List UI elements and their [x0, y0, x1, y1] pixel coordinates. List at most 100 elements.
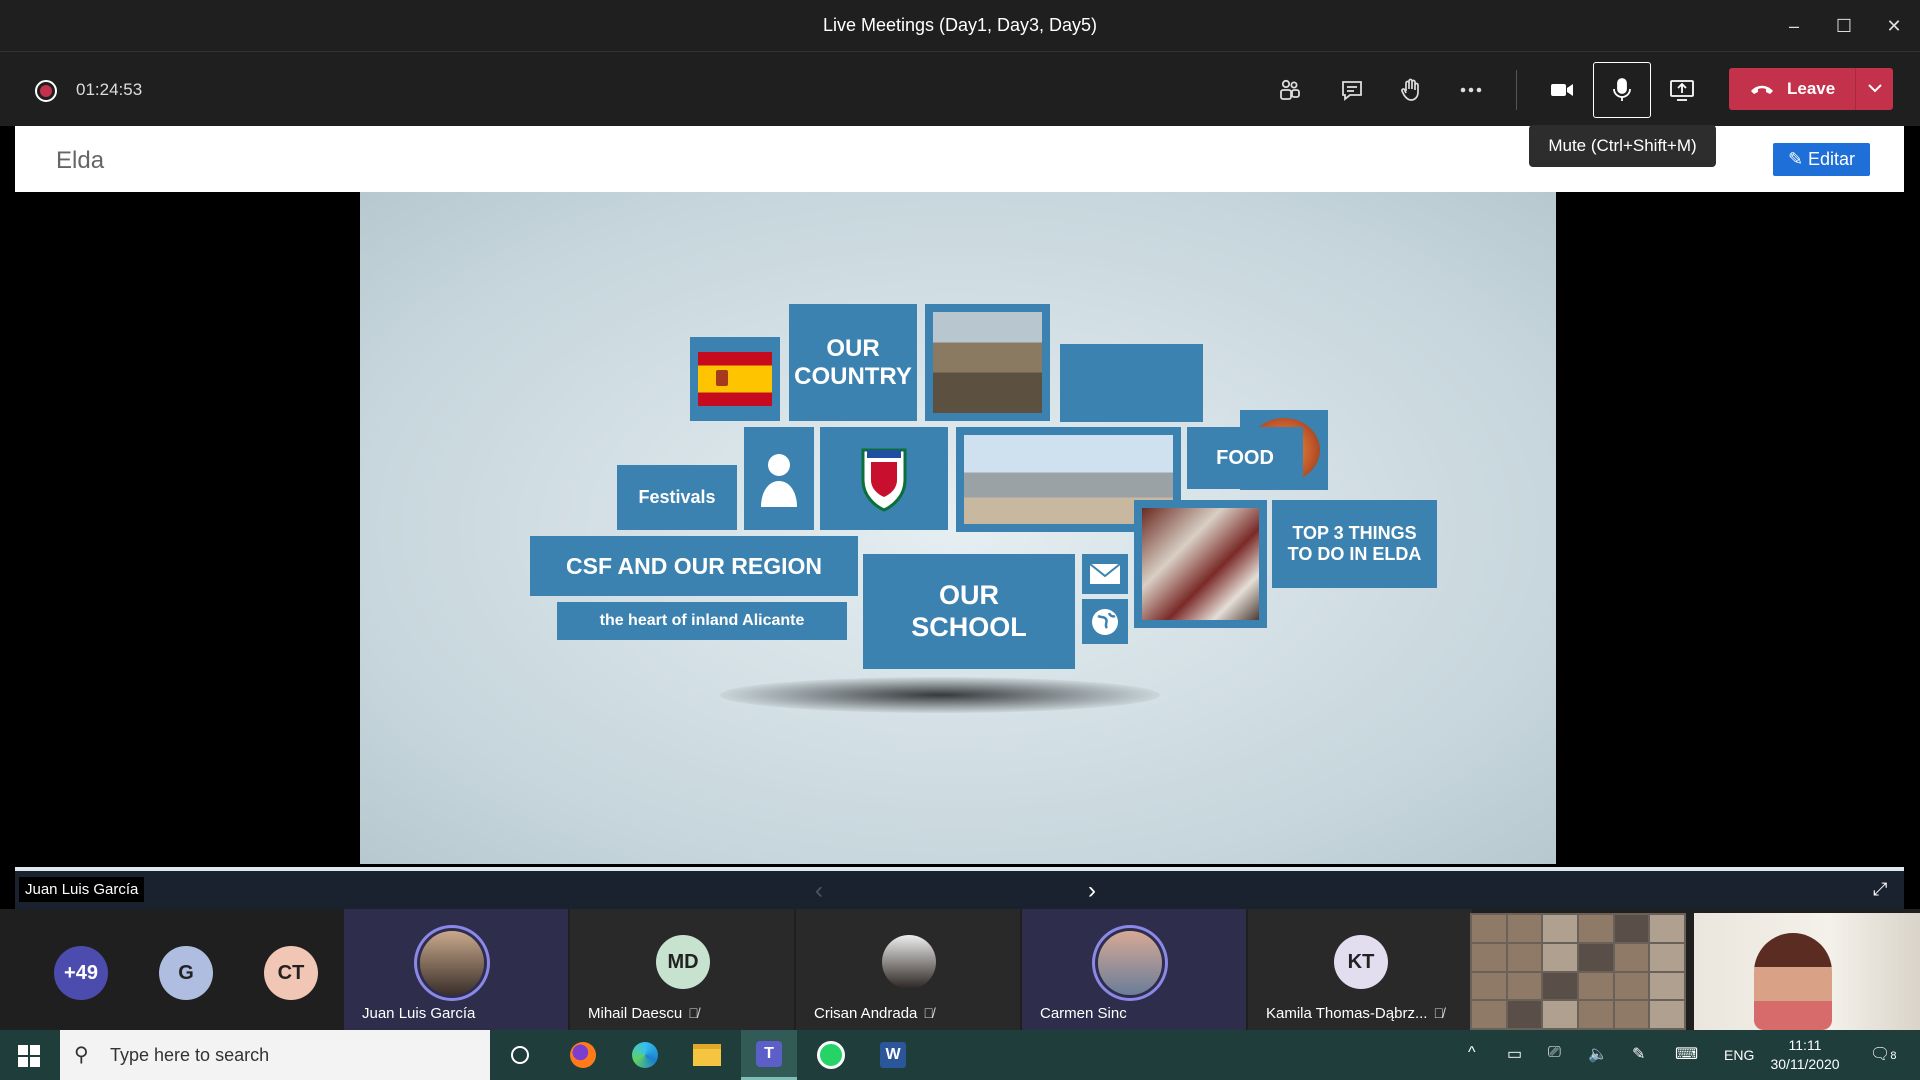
volume-icon[interactable]: 🔈 [1588, 1044, 1608, 1064]
leave-label: Leave [1787, 79, 1836, 98]
spain-flag-tile [690, 337, 780, 421]
participant-avatar-ct[interactable]: CT [264, 946, 318, 1000]
envelope-tile [1082, 554, 1128, 594]
pencil-icon: ✎ [1787, 149, 1809, 169]
windows-taskbar: ⚲ Type here to search T W ^ ▭ ⎚ 🔈 ✎ ⌨ EN… [0, 1030, 1920, 1080]
clock-date: 30/11/2020 [1770, 1056, 1840, 1072]
participant-name: Carmen Sinc [1040, 1005, 1127, 1022]
slide-shadow [720, 677, 1160, 713]
window-titlebar: Live Meetings (Day1, Day3, Day5) – ☐ ✕ [0, 0, 1920, 52]
more-actions-button[interactable] [1442, 62, 1500, 118]
participant-tile[interactable]: MD Mihail Daescu 🎙̸ [570, 909, 794, 1030]
more-icon [1460, 87, 1482, 93]
pen-icon[interactable]: ✎ [1632, 1044, 1645, 1064]
top3-tile: TOP 3 THINGS TO DO IN ELDA [1272, 500, 1437, 588]
raise-hand-icon [1401, 78, 1419, 101]
notifications-icon[interactable]: 🗨8 [1870, 1044, 1896, 1064]
network-icon[interactable]: ⎚ [1548, 1044, 1561, 1062]
windows-start-icon[interactable] [18, 1045, 40, 1067]
word-icon[interactable]: W [865, 1030, 921, 1080]
mic-off-icon: 🎙̸ [1433, 1005, 1444, 1021]
leave-separator [1855, 68, 1856, 110]
chevron-down-icon[interactable] [1867, 78, 1883, 98]
edge-icon[interactable] [617, 1030, 673, 1080]
participant-name-row: Crisan Andrada 🎙̸ [814, 1005, 934, 1022]
next-slide-button[interactable]: › [1088, 877, 1096, 905]
taskbar-clock[interactable]: 11:11 30/11/2020 [1760, 1036, 1850, 1074]
participant-tile[interactable]: Juan Luis García [344, 909, 568, 1030]
participant-tile[interactable]: Crisan Andrada 🎙̸ [796, 909, 1020, 1030]
landscape-photo [933, 312, 1042, 413]
globe-icon [1092, 608, 1118, 635]
flag-emblem-icon [716, 370, 728, 386]
festival-photo-tile [1134, 500, 1267, 628]
participant-name: Juan Luis García [362, 1005, 476, 1022]
self-video-preview[interactable] [1694, 913, 1920, 1030]
toolbar-divider [1516, 70, 1517, 110]
avatar [882, 935, 936, 989]
chat-button[interactable] [1323, 62, 1381, 118]
avatar [1098, 931, 1162, 995]
microphone-button[interactable] [1593, 62, 1651, 118]
blank-tile [1060, 344, 1203, 422]
participant-name-row: Kamila Thomas-Dąbrz... 🎙̸ [1266, 1005, 1444, 1022]
expand-icon[interactable]: ⤢ [1873, 879, 1887, 900]
participant-name: Crisan Andrada [814, 1005, 918, 1022]
keyboard-icon[interactable]: ⌨ [1675, 1044, 1698, 1064]
language-indicator[interactable]: ENG [1724, 1047, 1754, 1063]
recording-indicator-icon [35, 80, 57, 102]
avatar: MD [656, 935, 710, 989]
participant-name: Mihail Daescu [588, 1005, 683, 1022]
person-tile [744, 427, 814, 530]
camera-button[interactable] [1533, 62, 1591, 118]
minimize-button[interactable]: – [1774, 12, 1814, 40]
mute-tooltip: Mute (Ctrl+Shift+M) [1529, 125, 1716, 167]
maximize-button[interactable]: ☐ [1824, 12, 1864, 40]
taskbar-search-box[interactable]: ⚲ Type here to search [60, 1030, 490, 1080]
participant-tile[interactable]: KT Kamila Thomas-Dąbrz... 🎙̸ [1248, 909, 1472, 1030]
show-hidden-icons-icon[interactable]: ^ [1468, 1044, 1476, 1062]
self-video-person [1754, 933, 1832, 1030]
raise-hand-button[interactable] [1382, 62, 1440, 118]
share-screen-button[interactable] [1653, 62, 1711, 118]
edit-label: Editar [1808, 149, 1856, 169]
our-country-tile: OUR COUNTRY [789, 304, 917, 421]
avatar [420, 931, 484, 995]
cortana-icon[interactable] [492, 1030, 548, 1080]
participant-avatar-g[interactable]: G [159, 946, 213, 1000]
teams-icon[interactable]: T [741, 1030, 797, 1080]
festival-photo [1142, 508, 1259, 620]
participant-tile[interactable]: Carmen Sinc [1022, 909, 1246, 1030]
file-explorer-icon[interactable] [679, 1030, 735, 1080]
hang-up-icon [1751, 85, 1773, 94]
edit-button[interactable]: ✎ Editar [1773, 143, 1870, 176]
participant-name-row: Mihail Daescu 🎙̸ [588, 1005, 699, 1022]
landscape-photo-tile [925, 304, 1050, 421]
share-screen-icon [1670, 80, 1694, 101]
search-placeholder: Type here to search [110, 1045, 270, 1065]
previous-slide-button[interactable]: ‹ [815, 877, 823, 905]
participants-icon [1280, 79, 1300, 100]
our-school-tile: OUR SCHOOL [863, 554, 1075, 669]
presenter-name: Juan Luis García [19, 877, 145, 902]
overflow-participants-button[interactable]: +49 [54, 946, 108, 1000]
food-tile: FOOD [1187, 427, 1303, 489]
presenter-bar: Juan Luis García ‹ › ⤢ [15, 867, 1904, 909]
notification-count: 8 [1890, 1050, 1897, 1062]
school-crest-icon [861, 448, 907, 512]
microphone-icon [1613, 78, 1631, 101]
clock-time: 11:11 [1788, 1037, 1822, 1053]
presentation-slide: OUR COUNTRY Festivals FOOD CSF AND OUR R… [360, 192, 1556, 864]
battery-icon[interactable]: ▭ [1507, 1044, 1522, 1064]
close-button[interactable]: ✕ [1874, 12, 1914, 40]
chat-icon [1342, 81, 1362, 101]
region-subtitle-tile: the heart of inland Alicante [557, 602, 847, 640]
participants-button[interactable] [1261, 62, 1319, 118]
shared-video-gallery[interactable] [1470, 913, 1686, 1030]
firefox-icon[interactable] [555, 1030, 611, 1080]
spain-flag-image [698, 352, 772, 406]
window-title: Live Meetings (Day1, Day3, Day5) [822, 15, 1098, 35]
whatsapp-icon[interactable] [803, 1030, 859, 1080]
festivals-tile: Festivals [617, 465, 737, 530]
leave-button[interactable]: Leave [1729, 68, 1893, 110]
